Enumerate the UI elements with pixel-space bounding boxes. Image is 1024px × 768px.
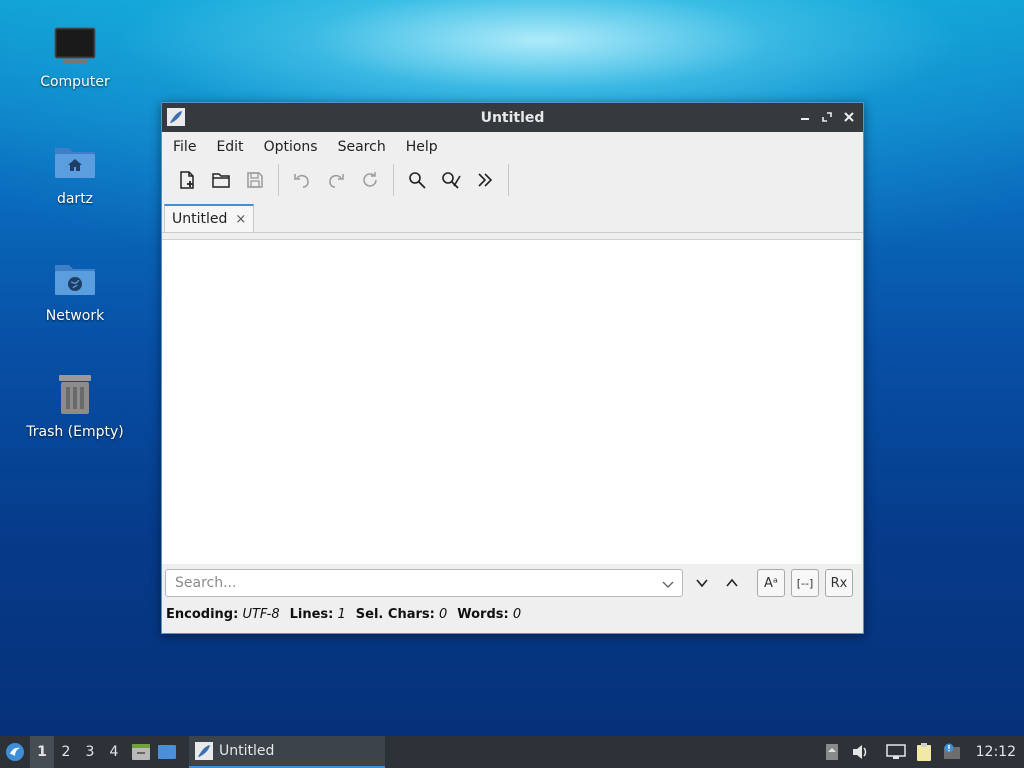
words-label: Words: <box>457 607 509 622</box>
notification-icon[interactable] <box>938 736 966 768</box>
desktop-icon-home[interactable]: dartz <box>20 139 130 207</box>
selchars-value: 0 <box>438 607 448 622</box>
menu-help[interactable]: Help <box>399 139 445 155</box>
words-value: 0 <box>512 607 522 622</box>
window-titlebar[interactable]: Untitled <box>162 103 863 132</box>
home-folder-icon <box>52 139 98 185</box>
show-desktop-icon <box>158 745 176 759</box>
match-case-icon: Aᵃ <box>764 575 778 591</box>
chevron-down-icon[interactable] <box>662 576 674 595</box>
file-manager-launcher[interactable] <box>128 736 154 768</box>
menubar: File Edit Options Search Help <box>162 132 863 161</box>
lines-value: 1 <box>337 607 346 622</box>
featherpad-app-icon <box>195 742 213 760</box>
search-bar: Aᵃ [--] Rx <box>165 568 859 598</box>
desktop-icon-label: Computer <box>40 74 110 90</box>
match-case-button[interactable]: Aᵃ <box>757 569 785 597</box>
tab-close-icon[interactable]: × <box>235 212 246 227</box>
toolbar-separator <box>393 164 394 196</box>
desktop-icon-computer[interactable]: Computer <box>20 22 130 90</box>
file-manager-icon <box>132 744 150 760</box>
desktop-icon-network[interactable]: Network <box>20 256 130 324</box>
clock[interactable]: 12:12 <box>966 744 1024 760</box>
find-next-button[interactable] <box>687 569 717 597</box>
network-folder-icon <box>52 256 98 302</box>
redo-icon[interactable] <box>319 163 353 197</box>
desktop-icon-label: dartz <box>56 191 94 207</box>
taskbar: 1 2 3 4 Untitled 12:12 <box>0 736 1024 768</box>
workspace-4[interactable]: 4 <box>102 736 126 768</box>
workspace-3[interactable]: 3 <box>78 736 102 768</box>
chevron-up-icon <box>726 578 738 587</box>
menu-edit[interactable]: Edit <box>209 139 250 155</box>
tab-untitled[interactable]: Untitled × <box>164 204 254 232</box>
taskbar-task-untitled[interactable]: Untitled <box>189 736 385 768</box>
encoding-label: Encoding: <box>166 607 239 622</box>
trash-icon <box>52 372 98 418</box>
search-combobox[interactable] <box>165 569 683 597</box>
find-icon[interactable] <box>400 163 434 197</box>
chevron-down-icon <box>696 579 708 588</box>
tab-bar: Untitled × <box>162 201 863 233</box>
task-label: Untitled <box>219 743 275 759</box>
find-previous-button[interactable] <box>717 569 747 597</box>
status-bar: Encoding: UTF-8 Lines: 1 Sel. Chars: 0 W… <box>166 607 521 622</box>
window-title: Untitled <box>480 109 545 126</box>
search-input[interactable] <box>173 574 647 592</box>
regex-icon: Rx <box>830 575 848 591</box>
whole-word-button[interactable]: [--] <box>791 569 819 597</box>
close-button[interactable] <box>841 108 857 126</box>
lines-label: Lines: <box>289 607 334 622</box>
save-icon[interactable] <box>238 163 272 197</box>
desktop-icon-trash[interactable]: Trash (Empty) <box>20 372 130 440</box>
toolbar-separator <box>278 164 279 196</box>
text-editor-window: Untitled File Edit Options Search Help U… <box>161 102 864 634</box>
minimize-button[interactable] <box>797 108 813 126</box>
computer-icon <box>52 22 98 68</box>
menu-search[interactable]: Search <box>331 139 393 155</box>
menu-options[interactable]: Options <box>257 139 325 155</box>
start-menu-button[interactable] <box>0 736 30 768</box>
tab-label: Untitled <box>172 211 228 227</box>
system-tray: 12:12 <box>818 736 1024 768</box>
show-desktop-launcher[interactable] <box>154 736 180 768</box>
replace-icon[interactable] <box>434 163 468 197</box>
encoding-value: UTF-8 <box>242 607 280 622</box>
featherpad-app-icon <box>167 108 185 126</box>
volume-icon[interactable] <box>846 736 874 768</box>
regex-button[interactable]: Rx <box>825 569 853 597</box>
more-icon[interactable] <box>468 163 502 197</box>
desktop-icon-label: Trash (Empty) <box>26 424 124 440</box>
workspace-2[interactable]: 2 <box>54 736 78 768</box>
lxqt-logo-icon <box>6 743 24 761</box>
menu-file[interactable]: File <box>166 139 203 155</box>
open-folder-icon[interactable] <box>204 163 238 197</box>
workspace-1[interactable]: 1 <box>30 736 54 768</box>
whole-word-icon: [--] <box>796 576 814 590</box>
maximize-button[interactable] <box>819 108 835 126</box>
selchars-label: Sel. Chars: <box>355 607 435 622</box>
new-file-icon[interactable] <box>170 163 204 197</box>
clipboard-icon[interactable] <box>910 736 938 768</box>
tray-arrow-icon[interactable] <box>818 736 846 768</box>
text-editor-area[interactable] <box>162 239 861 564</box>
toolbar <box>162 161 863 199</box>
desktop-icon-label: Network <box>45 308 105 324</box>
toolbar-separator <box>508 164 509 196</box>
reload-icon[interactable] <box>353 163 387 197</box>
undo-icon[interactable] <box>285 163 319 197</box>
network-icon[interactable] <box>882 736 910 768</box>
